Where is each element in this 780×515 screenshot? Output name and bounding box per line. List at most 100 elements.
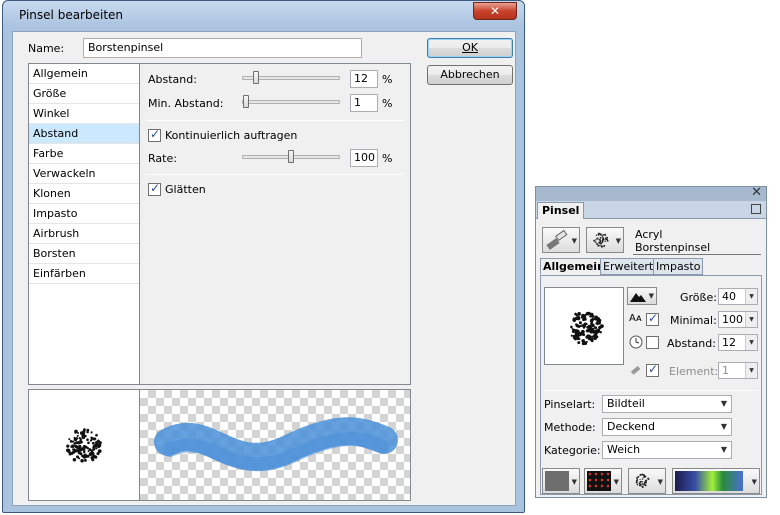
dab-dot xyxy=(599,331,602,334)
element-input[interactable]: 1 ▼ xyxy=(718,362,758,379)
dab-dropdown[interactable]: ▼ xyxy=(628,468,666,494)
category-item-einfaerben[interactable]: Einfärben xyxy=(29,264,139,284)
tab-allgemein[interactable]: Allgemein xyxy=(540,258,608,275)
separator xyxy=(544,390,758,391)
category-item-allgemein[interactable]: Allgemein xyxy=(29,64,139,84)
dab-dot xyxy=(599,239,601,242)
close-icon[interactable]: ✕ xyxy=(473,2,517,20)
smooth-label: Glätten xyxy=(165,183,206,196)
dab-dot xyxy=(641,480,643,483)
brush-variant-dropdown[interactable]: ▼ xyxy=(586,227,624,253)
tab-impasto[interactable]: Impasto xyxy=(653,258,704,275)
paper-dropdown[interactable]: ▼ xyxy=(542,468,580,494)
dab-dot xyxy=(596,237,599,240)
separator xyxy=(633,254,761,255)
dab-dot xyxy=(91,441,95,445)
kategorie-select[interactable]: Weich ▼ xyxy=(602,441,732,459)
element-value: 1 xyxy=(722,364,729,377)
dab-dot xyxy=(76,446,79,450)
palette-tabrow: Pinsel xyxy=(536,201,766,219)
dabs-icon xyxy=(65,428,102,463)
dab-dot xyxy=(86,430,89,434)
size-value: 40 xyxy=(722,290,736,303)
palette-topbar[interactable]: ✕ xyxy=(536,185,766,201)
methode-select[interactable]: Deckend ▼ xyxy=(602,418,732,436)
paper-swatch xyxy=(545,471,569,491)
category-item-winkel[interactable]: Winkel xyxy=(29,104,139,124)
spacing-input[interactable]: 12 ▼ xyxy=(718,334,758,351)
dab-dot xyxy=(72,450,76,454)
brush-tip-preview xyxy=(29,390,140,500)
dab-dot xyxy=(83,428,86,432)
category-item-groesse[interactable]: Größe xyxy=(29,84,139,104)
category-item-klonen[interactable]: Klonen xyxy=(29,184,139,204)
spin-icon[interactable]: ▼ xyxy=(745,335,757,350)
category-item-impasto[interactable]: Impasto xyxy=(29,204,139,224)
dab-dot xyxy=(97,443,102,448)
dialog-titlebar[interactable]: Pinsel bearbeiten ✕ xyxy=(3,1,524,29)
dab-dot xyxy=(595,239,597,241)
gradient-swatch xyxy=(675,471,743,491)
spacing-checkbox[interactable] xyxy=(646,336,659,349)
dab-dot xyxy=(639,480,642,483)
dab-dot xyxy=(574,316,578,321)
category-item-airbrush[interactable]: Airbrush xyxy=(29,224,139,244)
dab-dot xyxy=(581,342,585,346)
spin-icon[interactable]: ▼ xyxy=(745,289,757,304)
dab-dot xyxy=(593,239,596,242)
category-item-verwackeln[interactable]: Verwackeln xyxy=(29,164,139,184)
gradient-dropdown[interactable]: ▼ xyxy=(672,468,760,494)
minimal-input[interactable]: 100 ▼ xyxy=(718,311,758,328)
dab-dot xyxy=(75,441,79,445)
palette-menu-icon[interactable] xyxy=(751,204,761,214)
category-item-borsten[interactable]: Borsten xyxy=(29,244,139,264)
spin-icon[interactable]: ▼ xyxy=(745,312,757,327)
minimal-checkbox[interactable] xyxy=(646,311,659,326)
dab-dot xyxy=(601,245,603,247)
min-abstand-input[interactable]: 1 xyxy=(350,94,378,112)
element-checkbox[interactable] xyxy=(646,362,659,377)
dab-dot xyxy=(590,337,594,341)
smooth-checkbox[interactable] xyxy=(148,181,161,196)
tab-erweitert[interactable]: Erweitert xyxy=(600,258,657,275)
rate-input[interactable]: 100 xyxy=(350,149,378,167)
abstand-slider-thumb[interactable] xyxy=(253,71,259,84)
close-icon[interactable]: ✕ xyxy=(751,185,762,200)
dab-dot xyxy=(72,458,77,462)
spin-icon[interactable]: ▼ xyxy=(745,363,757,378)
name-label: Name: xyxy=(28,42,65,55)
size-input[interactable]: 40 ▼ xyxy=(718,288,758,305)
dab-dot xyxy=(641,478,644,480)
dab-dot xyxy=(604,240,606,243)
category-item-abstand[interactable]: Abstand xyxy=(29,124,139,144)
clock-icon xyxy=(629,335,643,349)
dab-dot xyxy=(68,452,72,456)
ok-label: OK xyxy=(462,41,478,54)
rate-slider-thumb[interactable] xyxy=(288,150,294,163)
dab-dot xyxy=(91,458,95,462)
size-variation-dropdown[interactable]: ▼ xyxy=(627,287,657,305)
name-input[interactable]: Borstenpinsel xyxy=(83,38,362,58)
dab-dot xyxy=(84,459,87,462)
dab-dot xyxy=(585,340,588,343)
pinselart-select[interactable]: Bildteil ▼ xyxy=(602,395,732,413)
cancel-button[interactable]: Abbrechen xyxy=(427,65,513,85)
rate-unit: % xyxy=(382,152,393,165)
pattern-dropdown[interactable]: ▼ xyxy=(584,468,622,494)
brush-category-dropdown[interactable]: ▼ xyxy=(542,227,580,253)
ok-button[interactable]: OK xyxy=(427,38,513,58)
dab-dot xyxy=(90,431,93,434)
chevron-down-icon: ▼ xyxy=(717,442,731,457)
palette-tab-pinsel[interactable]: Pinsel xyxy=(537,202,585,219)
dab-dot xyxy=(571,329,575,334)
category-item-farbe[interactable]: Farbe xyxy=(29,144,139,164)
continuous-checkbox[interactable] xyxy=(148,127,161,142)
abstand-input[interactable]: 12 xyxy=(350,70,378,88)
dab-dot xyxy=(597,234,600,236)
dab-dot xyxy=(641,483,644,485)
stroke-sample xyxy=(154,417,398,472)
min-abstand-slider[interactable] xyxy=(242,100,340,104)
dab-dot xyxy=(577,341,581,345)
min-abstand-slider-thumb[interactable] xyxy=(243,95,249,108)
dab-dot xyxy=(639,473,642,476)
